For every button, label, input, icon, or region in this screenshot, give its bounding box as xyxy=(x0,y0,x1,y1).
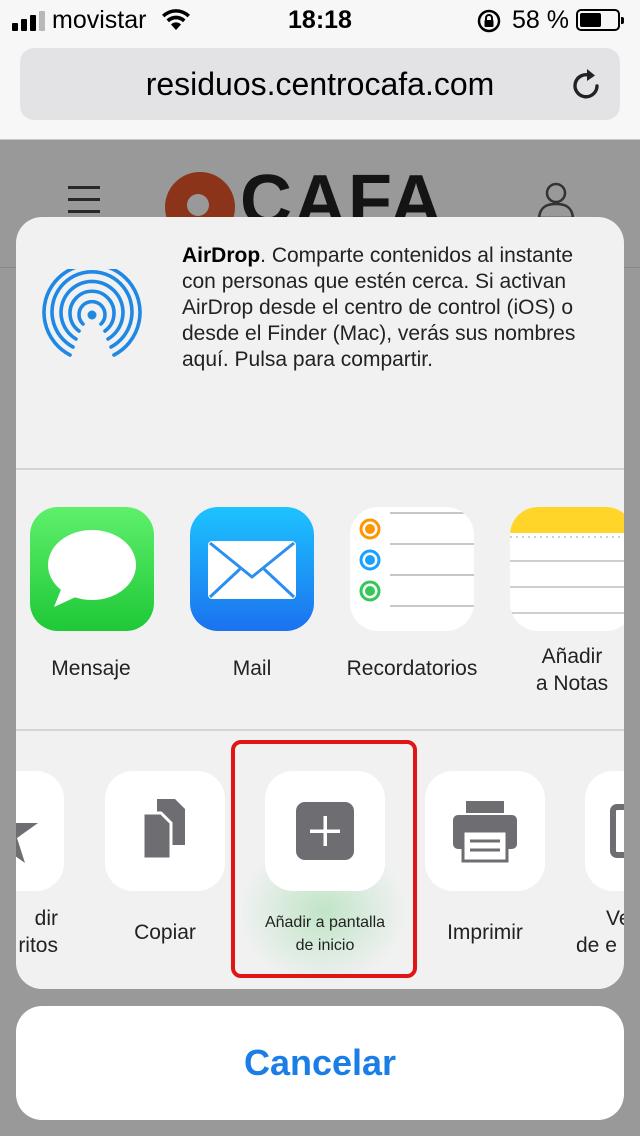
airdrop-description: AirDrop. Comparte contenidos al instante… xyxy=(182,243,602,373)
reminders-icon xyxy=(359,512,474,607)
star-icon xyxy=(16,823,38,863)
action-label-view: Ve de e xyxy=(576,905,624,959)
copy-icon xyxy=(141,799,185,861)
reminders-app-button[interactable] xyxy=(350,507,474,631)
reload-icon[interactable] xyxy=(570,66,604,107)
cancel-label: Cancelar xyxy=(243,1042,397,1083)
envelope-icon xyxy=(208,541,296,599)
app-label-notes-line2: a Notas xyxy=(535,672,609,695)
url-text: residuos.centrocafa.com xyxy=(145,66,495,102)
section-divider xyxy=(16,729,624,731)
app-label-notes: Añadir a Notas xyxy=(487,643,624,697)
airdrop-title: AirDrop xyxy=(182,244,261,267)
copy-button[interactable] xyxy=(105,771,225,891)
action-label-favorites: dir ritos xyxy=(16,905,58,959)
address-bar[interactable]: residuos.centrocafa.com xyxy=(20,48,620,120)
reader-icon xyxy=(610,804,624,858)
mail-app-button[interactable] xyxy=(190,507,314,631)
battery-icon xyxy=(576,9,624,31)
action-label-favorites-line1: dir xyxy=(34,907,58,930)
action-label-print: Imprimir xyxy=(447,921,523,944)
app-label-messages: Mensaje xyxy=(51,657,131,680)
airdrop-section[interactable]: AirDrop. Comparte contenidos al instante… xyxy=(16,217,624,468)
red-highlight-box xyxy=(231,740,417,978)
notes-app-button[interactable] xyxy=(510,507,624,631)
action-label-view-line1: Ve xyxy=(606,907,624,930)
airdrop-icon xyxy=(40,262,144,378)
action-label-copy: Copiar xyxy=(134,921,196,944)
print-button[interactable] xyxy=(425,771,545,891)
add-favorites-button[interactable] xyxy=(16,771,64,891)
printer-icon xyxy=(453,801,517,863)
app-label-mail: Mail xyxy=(232,657,272,680)
battery-percent: 58 % xyxy=(512,6,569,34)
app-label-notes-line1: Añadir xyxy=(541,645,603,668)
speech-bubble-icon xyxy=(48,530,136,607)
notes-icon xyxy=(510,507,624,614)
app-label-reminders: Recordatorios xyxy=(346,657,478,680)
status-bar: movistar 18:18 58 % xyxy=(0,0,640,40)
view-button[interactable] xyxy=(585,771,624,891)
action-label-favorites-line2: ritos xyxy=(18,934,58,957)
messages-app-button[interactable] xyxy=(30,507,154,631)
section-divider xyxy=(16,468,624,470)
cancel-button[interactable]: Cancelar xyxy=(16,1006,624,1120)
rotation-lock-icon xyxy=(476,8,502,39)
action-label-view-line2: de e xyxy=(576,934,617,957)
